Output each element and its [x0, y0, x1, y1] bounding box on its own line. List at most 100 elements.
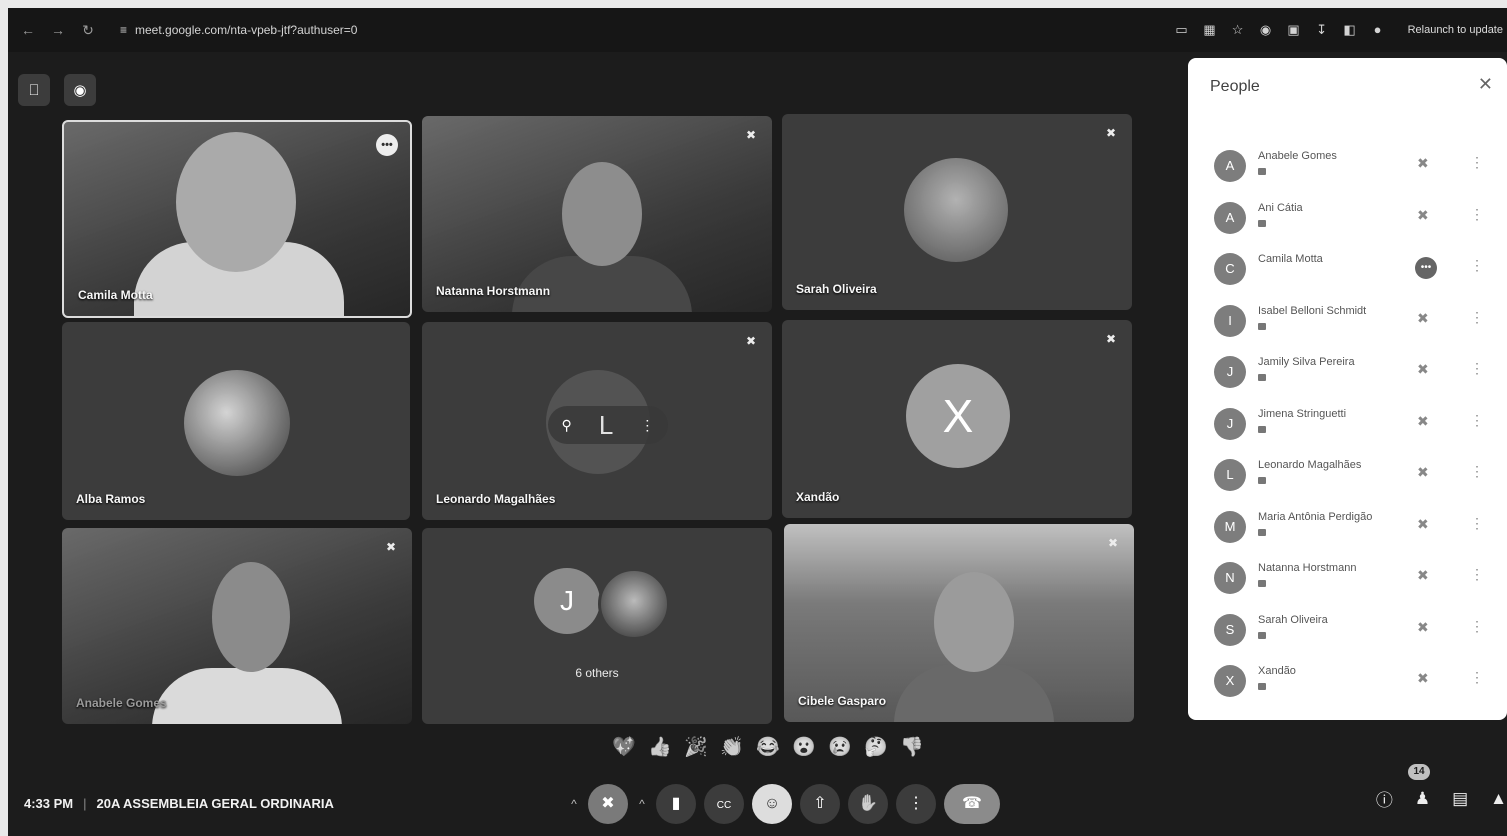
browser-toolbar: ← → ↻ ≡ meet.google.com/nta-vpeb-jtf?aut…: [8, 8, 1507, 52]
back-icon[interactable]: ←: [20, 22, 36, 38]
microphone-button[interactable]: ✖: [588, 784, 628, 824]
video-tile-xandao[interactable]: X ✖ Xandão: [782, 320, 1132, 518]
info-icon[interactable]: ⓘ: [1376, 786, 1393, 811]
participant-avatar: [184, 370, 290, 476]
recording-indicator-button[interactable]: ◉: [64, 74, 96, 106]
reaction-emoji[interactable]: 👎: [900, 736, 924, 760]
participant-row[interactable]: A Anabele Gomes ✖ ⋮: [1214, 146, 1494, 190]
relaunch-button[interactable]: Relaunch to update: [1408, 24, 1503, 36]
mic-off-icon: ✖: [1107, 536, 1118, 550]
video-tile-alba[interactable]: Alba Ramos: [62, 322, 410, 520]
sidepanel-icon[interactable]: ◧: [1342, 22, 1358, 38]
profile-icon[interactable]: ●: [1370, 22, 1386, 38]
camera-status-icon: [1258, 528, 1266, 536]
participant-name: Xandão: [1258, 665, 1296, 677]
participant-row[interactable]: C Camila Motta ••• ⋮: [1214, 249, 1494, 293]
more-options-icon[interactable]: ⋮: [1470, 309, 1484, 326]
participant-row[interactable]: A Ani Cátia ✖ ⋮: [1214, 198, 1494, 242]
meet-screen: ← → ↻ ≡ meet.google.com/nta-vpeb-jtf?aut…: [8, 8, 1507, 836]
translate-icon[interactable]: ▦: [1202, 22, 1218, 38]
tile-name: Alba Ramos: [76, 492, 146, 506]
mic-off-icon: ✖: [1417, 618, 1429, 635]
more-options-icon[interactable]: ⋮: [1470, 618, 1484, 635]
more-options-icon[interactable]: ⋮: [1470, 154, 1484, 171]
reactions-button[interactable]: ☺: [752, 784, 792, 824]
address-bar[interactable]: meet.google.com/nta-vpeb-jtf?authuser=0: [135, 23, 357, 37]
more-options-icon[interactable]: ⋮: [1470, 206, 1484, 223]
reaction-emoji[interactable]: 🎉: [684, 736, 708, 760]
tile-name: Xandão: [796, 490, 840, 504]
chevron-up-icon[interactable]: ^: [636, 797, 648, 811]
forward-icon[interactable]: →: [50, 22, 66, 38]
participant-row[interactable]: J Jimena Stringuetti ✖ ⋮: [1214, 404, 1494, 448]
video-tile-cibele[interactable]: ✖ Cibele Gasparo: [784, 524, 1134, 722]
people-icon[interactable]: ♟: [1415, 789, 1430, 809]
mic-off-icon: ✖: [745, 334, 756, 348]
tile-initial: L: [598, 409, 614, 440]
more-options-icon[interactable]: ⋮: [640, 417, 654, 434]
more-options-icon[interactable]: ⋮: [1470, 257, 1484, 274]
pin-icon[interactable]: ⚲: [562, 417, 572, 434]
self-view-toggle-button[interactable]: ⎕: [18, 74, 50, 106]
more-options-button[interactable]: ⋮: [896, 784, 936, 824]
reaction-emoji[interactable]: 😮: [792, 736, 816, 760]
more-options-icon[interactable]: ⋮: [1470, 669, 1484, 686]
puzzle-icon[interactable]: ▣: [1286, 22, 1302, 38]
tile-name: Cibele Gasparo: [798, 694, 887, 708]
participant-row[interactable]: M Maria Antônia Perdigão ✖ ⋮: [1214, 507, 1494, 551]
more-options-icon[interactable]: ⋮: [1470, 360, 1484, 377]
participant-row[interactable]: I Isabel Belloni Schmidt ✖ ⋮: [1214, 301, 1494, 345]
video-tile-others[interactable]: J 6 others: [422, 528, 772, 724]
participant-avatar: L: [1214, 459, 1246, 491]
reaction-emoji[interactable]: 💖: [612, 736, 636, 760]
camera-button[interactable]: ▮: [656, 784, 696, 824]
activities-icon[interactable]: ▲: [1490, 789, 1507, 809]
participant-avatar: J: [534, 568, 600, 634]
chevron-up-icon[interactable]: ^: [568, 797, 580, 811]
people-panel: People ✕ A Anabele Gomes ✖ ⋮ A Ani Cátia ✖ ⋮ C Ca…: [1188, 58, 1507, 720]
video-tile-camila[interactable]: ••• Camila Motta: [62, 120, 412, 318]
participant-row[interactable]: L Leonardo Magalhães ✖ ⋮: [1214, 455, 1494, 499]
more-options-icon[interactable]: ⋮: [1470, 412, 1484, 429]
captions-button[interactable]: CC: [704, 784, 744, 824]
download-icon[interactable]: ↧: [1314, 22, 1330, 38]
video-tile-natanna[interactable]: ✖ Natanna Horstmann: [422, 116, 772, 312]
chat-icon[interactable]: ▤: [1452, 789, 1468, 809]
reaction-emoji[interactable]: 👏: [720, 736, 744, 760]
mic-off-icon: ✖: [745, 128, 756, 142]
meeting-info: 4:33 PM | 20A ASSEMBLEIA GERAL ORDINARIA: [24, 796, 334, 811]
video-tile-anabele[interactable]: ✖ Anabele Gomes: [62, 528, 412, 724]
more-options-icon[interactable]: ⋮: [1470, 515, 1484, 532]
participant-avatar: C: [1214, 253, 1246, 285]
reaction-bar: 💖 👍 🎉 👏 😂 😮 😢 🤔 👎: [612, 736, 924, 760]
participant-row[interactable]: X Xandão ✖ ⋮: [1214, 661, 1494, 705]
tile-name: Anabele Gomes: [76, 696, 167, 710]
leave-call-button[interactable]: ☎: [944, 784, 1000, 824]
reload-icon[interactable]: ↻: [80, 22, 96, 39]
reaction-emoji[interactable]: 😢: [828, 736, 852, 760]
participant-name: Isabel Belloni Schmidt: [1258, 304, 1367, 317]
tile-name: Sarah Oliveira: [796, 282, 877, 296]
participant-avatar: A: [1214, 201, 1246, 234]
hang-up-icon: ☎: [962, 795, 982, 812]
cast-icon[interactable]: ▭: [1174, 22, 1190, 38]
participant-avatar: J: [1214, 407, 1246, 440]
extension-icon[interactable]: ◉: [1258, 22, 1274, 38]
participant-row[interactable]: S Sarah Oliveira ✖ ⋮: [1214, 610, 1494, 654]
reaction-emoji[interactable]: 🤔: [864, 736, 888, 760]
more-options-icon[interactable]: ⋮: [1470, 566, 1484, 583]
reaction-emoji[interactable]: 😂: [756, 736, 780, 760]
close-icon[interactable]: ✕: [1478, 74, 1493, 95]
present-button[interactable]: ⇧: [800, 784, 840, 824]
more-options-icon[interactable]: ⋮: [1470, 463, 1484, 480]
participant-row[interactable]: N Natanna Horstmann ✖ ⋮: [1214, 558, 1494, 602]
participant-row[interactable]: J Jamily Silva Pereira ✖ ⋮: [1214, 352, 1494, 396]
video-tile-sarah[interactable]: ✖ Sarah Oliveira: [782, 114, 1132, 310]
bookmark-star-icon[interactable]: ☆: [1230, 22, 1246, 38]
site-settings-icon[interactable]: ≡: [120, 23, 127, 37]
reaction-emoji[interactable]: 👍: [648, 736, 672, 760]
present-icon: ⇧: [813, 795, 827, 812]
mic-off-icon: ✖: [1417, 515, 1429, 532]
raise-hand-button[interactable]: ✋: [848, 784, 888, 824]
participant-name: Jamily Silva Pereira: [1258, 356, 1355, 368]
